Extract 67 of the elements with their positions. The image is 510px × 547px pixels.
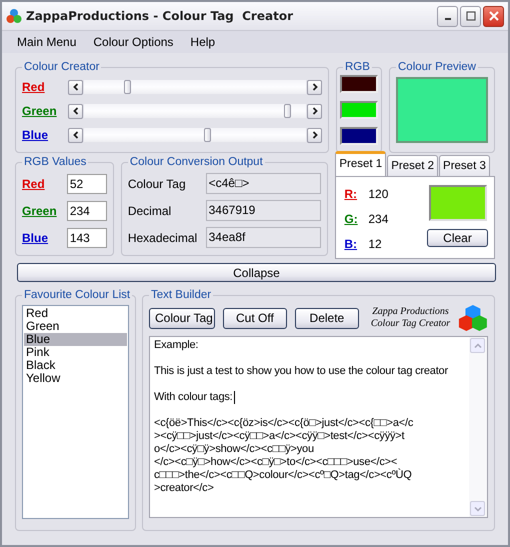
slider-thumb[interactable] bbox=[124, 80, 132, 94]
value-field[interactable]: 143 bbox=[66, 228, 107, 248]
group-title: Favourite Colour List bbox=[23, 289, 132, 301]
list-item[interactable]: Green bbox=[24, 320, 127, 333]
group-title: RGB bbox=[344, 61, 371, 73]
group-title: Text Builder bbox=[150, 289, 212, 301]
maximize-button[interactable] bbox=[460, 6, 481, 26]
toolbar-button[interactable]: Colour Tag bbox=[149, 308, 215, 328]
channel-label: G: bbox=[344, 212, 359, 226]
list-item[interactable]: Yellow bbox=[24, 372, 127, 385]
channel-value: 12 bbox=[368, 236, 382, 250]
window-title: ZappaProductions - Colour Tag Creator bbox=[26, 9, 294, 23]
output-field: 3467919 bbox=[206, 200, 322, 221]
text-paragraph: Example: bbox=[154, 339, 198, 352]
channel-label: Red bbox=[22, 80, 46, 94]
list-item[interactable]: Black bbox=[24, 359, 127, 372]
group-title: Colour Conversion Output bbox=[128, 156, 264, 168]
text-area[interactable] bbox=[149, 336, 488, 518]
channel-value: 120 bbox=[368, 186, 388, 200]
slider-thumb[interactable] bbox=[284, 104, 292, 118]
maximize-icon bbox=[466, 11, 476, 21]
app-icon bbox=[6, 8, 22, 24]
text-paragraph: <c{öë>This</c><c{öz>is</c><c{ö□>just</c><c{□□>a</c ><cÿ□□>just</c><cÿ□□>a</c><cÿÿ□>test</c><cÿÿÿ>t o</c><cÿ□ÿ>show</c><c□□ÿ>you </c><c□ÿ□>how</c><c□ÿ□>to</c><c□□□>use</c>< c□□□>the</c><c□□Q>colour</c><cº□Q>tag</c><cºÙQ >creator</c> bbox=[154, 417, 414, 495]
group-title: Colour Preview bbox=[397, 61, 477, 73]
output-label: Hexadecimal bbox=[128, 230, 198, 244]
menu-item[interactable]: Help bbox=[183, 35, 226, 49]
slider[interactable] bbox=[68, 79, 322, 95]
toolbar-button[interactable]: Cut Off bbox=[222, 308, 287, 328]
minimize-icon bbox=[444, 18, 450, 20]
output-field: 34ea8f bbox=[206, 227, 322, 248]
cubes-icon bbox=[458, 303, 488, 333]
close-button[interactable] bbox=[483, 6, 504, 26]
output-field: <c4ê□> bbox=[206, 173, 322, 194]
toolbar-button[interactable]: Delete bbox=[294, 308, 359, 328]
text-paragraph: This is just a test to show you how to use the colour tag creator bbox=[154, 365, 448, 378]
slider-thumb[interactable] bbox=[204, 128, 212, 142]
channel-label: R: bbox=[344, 186, 358, 200]
value-field[interactable]: 52 bbox=[66, 174, 107, 194]
logo-text: Zappa Productions bbox=[372, 306, 449, 318]
list-item[interactable]: Blue bbox=[24, 333, 127, 346]
channel-label: Blue bbox=[22, 230, 50, 244]
output-label: Colour Tag bbox=[128, 176, 187, 190]
output-label: Decimal bbox=[128, 204, 172, 218]
collapse-button[interactable]: Collapse bbox=[17, 263, 496, 282]
logo-text: Colour Tag Creator bbox=[370, 318, 450, 330]
slider[interactable] bbox=[68, 103, 322, 119]
group-title: RGB Values bbox=[23, 156, 88, 168]
group-title: Colour Creator bbox=[23, 61, 100, 73]
value-field[interactable]: 234 bbox=[66, 200, 107, 220]
channel-label: Blue bbox=[22, 128, 50, 142]
list-item[interactable]: Pink bbox=[24, 346, 127, 359]
channel-value: 234 bbox=[368, 212, 388, 226]
slider[interactable] bbox=[68, 127, 322, 143]
channel-label: Green bbox=[22, 104, 58, 118]
close-icon bbox=[488, 11, 498, 21]
list-item[interactable]: Red bbox=[24, 307, 127, 320]
channel-label: B: bbox=[344, 236, 358, 250]
menu-item[interactable]: Main Menu bbox=[10, 35, 86, 49]
channel-label: Green bbox=[22, 204, 58, 218]
clear-button[interactable]: Clear bbox=[427, 229, 488, 247]
minimize-button[interactable] bbox=[437, 6, 458, 26]
text-paragraph: With colour tags: bbox=[154, 391, 235, 404]
menu-item[interactable]: Colour Options bbox=[86, 35, 184, 49]
preset-tab[interactable]: Preset 1 bbox=[335, 151, 386, 176]
preset-tab[interactable]: Preset 2 bbox=[387, 155, 438, 176]
channel-label: Red bbox=[22, 176, 46, 190]
preset-tab[interactable]: Preset 3 bbox=[439, 155, 490, 176]
